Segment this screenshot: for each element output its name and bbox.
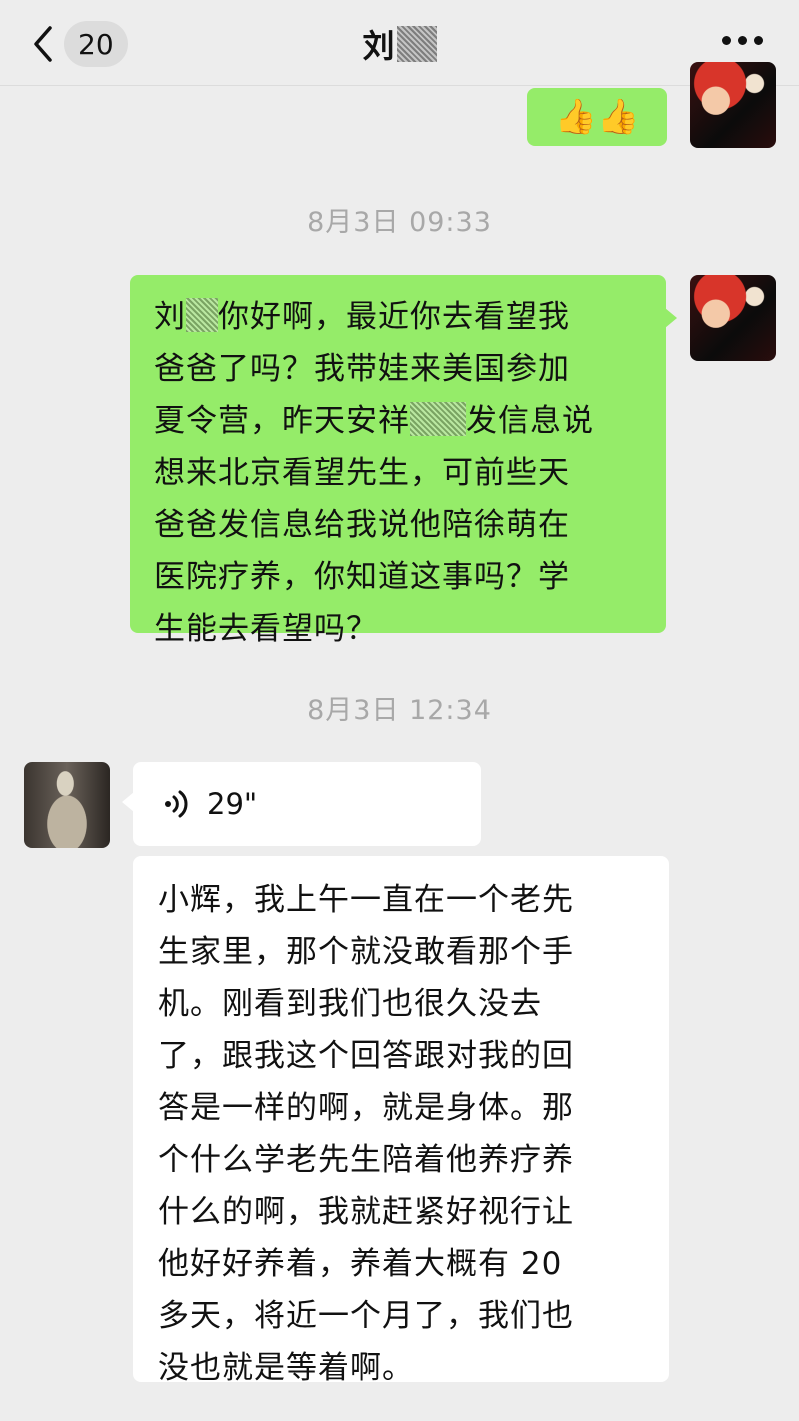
timestamp: 8月3日 12:34 bbox=[307, 695, 492, 726]
chat-title: 刘 bbox=[362, 27, 395, 65]
contact-avatar[interactable] bbox=[24, 762, 110, 848]
voice-message-bubble[interactable]: 29" bbox=[133, 762, 481, 846]
timestamp: 8月3日 09:33 bbox=[307, 207, 492, 238]
chat-header: 20 刘 bbox=[0, 0, 799, 86]
self-avatar[interactable] bbox=[690, 275, 776, 361]
thumbs-up-emoji: 👍👍 bbox=[554, 97, 640, 137]
voice-wave-icon bbox=[165, 790, 188, 818]
message-bubble-self[interactable]: 刘你好啊，最近你去看望我 爸爸了吗？我带娃来美国参加 夏令营，昨天安祥 发信息说 … bbox=[130, 275, 666, 647]
redaction-mark bbox=[186, 298, 218, 332]
message-bubble-self[interactable]: 👍👍 bbox=[527, 88, 667, 146]
redaction-mark bbox=[396, 26, 437, 62]
voice-duration: 29" bbox=[207, 787, 258, 821]
more-dots-icon[interactable] bbox=[722, 36, 763, 45]
redaction-mark bbox=[410, 402, 466, 436]
message-text: 小辉，我上午一直在一个老先 生家里，那个就没敢看那个手 机。刚看到我们也很久没去… bbox=[158, 882, 574, 1386]
self-avatar[interactable] bbox=[690, 62, 776, 148]
message-text: 刘你好啊，最近你去看望我 爸爸了吗？我带娃来美国参加 夏令营，昨天安祥 发信息说 … bbox=[154, 298, 594, 647]
message-bubble-other[interactable]: 小辉，我上午一直在一个老先 生家里，那个就没敢看那个手 机。刚看到我们也很久没去… bbox=[133, 856, 669, 1386]
